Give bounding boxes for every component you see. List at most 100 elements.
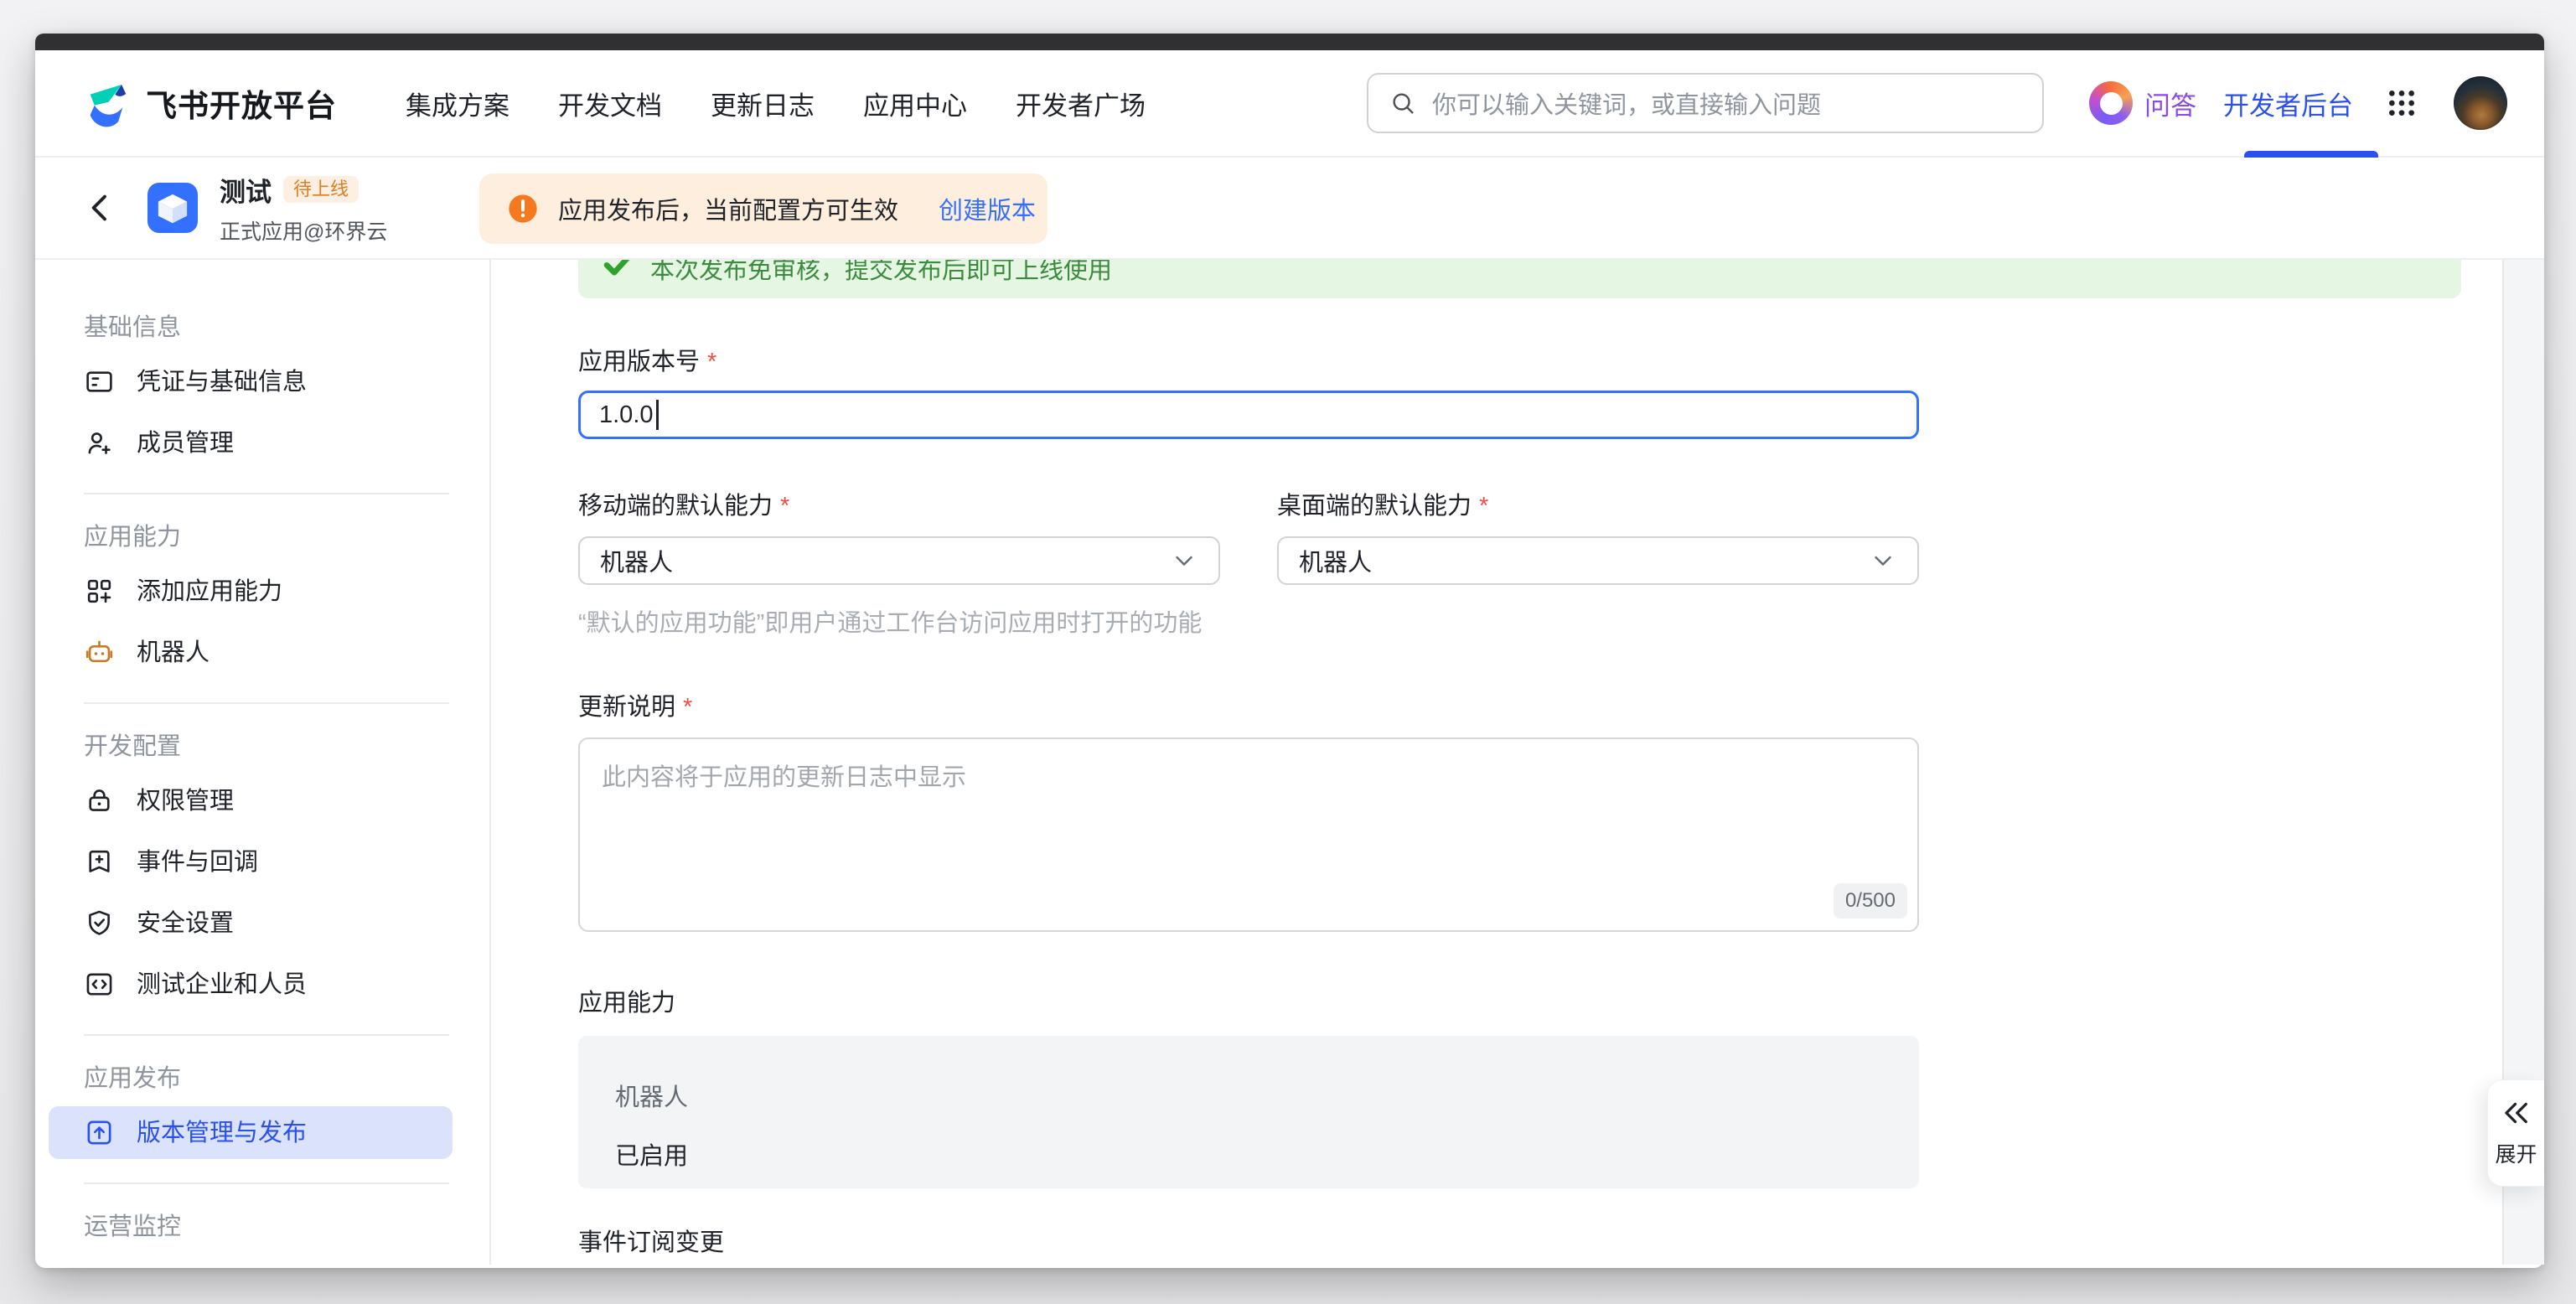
version-label: 应用版本号 [578,345,1919,379]
capability-name: 机器人 [615,1078,1882,1113]
sidebar-item-label: 添加应用能力 [137,577,282,606]
mobile-capability-label: 移动端的默认能力 [578,489,1220,523]
default-capability-hint: “默认的应用功能”即用户通过工作台访问应用时打开的功能 [578,603,1220,639]
upload-icon [84,1117,115,1148]
chevron-down-icon [1170,546,1198,575]
nav-item-app-center[interactable]: 应用中心 [863,85,967,122]
desktop-capability-value: 机器人 [1299,543,1372,578]
events-title: 事件订阅变更 [578,1229,1919,1257]
expand-panel-button[interactable]: 展开 [2487,1079,2544,1187]
capabilities-card: 机器人 已启用 [578,1036,1919,1188]
desktop-capability-select[interactable]: 机器人 [1277,536,1919,585]
user-plus-icon [84,427,115,458]
expand-label: 展开 [2495,1138,2537,1168]
app-meta: 测试 待上线 正式应用@环界云 [220,171,387,246]
sidebar-divider [84,1034,449,1036]
create-version-link[interactable]: 创建版本 [939,191,1036,226]
version-value: 1.0.0 [599,401,654,429]
sidebar-section-dev-config: 开发配置 [84,732,489,761]
update-notes-label: 更新说明 [578,691,1919,724]
sidebar-item-credentials[interactable]: 凭证与基础信息 [49,355,453,408]
feishu-logo[interactable]: 飞书开放平台 [80,77,337,129]
id-card-icon [84,366,115,397]
logo-text: 飞书开放平台 [146,80,337,126]
desktop-capability-label: 桌面端的默认能力 [1277,489,1919,523]
update-notes-textarea[interactable] [580,739,1917,930]
back-button[interactable] [84,191,117,225]
update-notes-field: 0/500 [578,737,1919,932]
top-navbar: 飞书开放平台 集成方案 开发文档 更新日志 应用中心 开发者广场 你可以输入关键… [35,50,2544,158]
active-tab-indicator [2244,151,2378,158]
grid-plus-icon [84,576,115,607]
app-subtitle: 正式应用@环界云 [220,215,387,246]
sidebar-section-basic-info: 基础信息 [84,313,489,342]
success-banner-text: 本次发布免审核，提交发布后即可上线使用 [650,260,1112,286]
sidebar-item-security[interactable]: 安全设置 [49,897,453,950]
text-caret [656,400,659,430]
nav-menu: 集成方案 开发文档 更新日志 应用中心 开发者广场 [406,85,1146,122]
browser-window: 飞书开放平台 集成方案 开发文档 更新日志 应用中心 开发者广场 你可以输入关键… [35,34,2544,1268]
version-input[interactable]: 1.0.0 [578,391,1919,439]
sidebar-item-permissions[interactable]: 权限管理 [49,774,453,827]
avatar[interactable] [2454,76,2507,130]
sidebar-divider [84,702,449,704]
lock-icon [84,785,115,816]
sidebar-item-label: 凭证与基础信息 [137,368,307,396]
app-header: 测试 待上线 正式应用@环界云 应用发布后，当前配置方可生效 创建版本 [35,158,2544,260]
capabilities-title: 应用能力 [578,989,1919,1017]
feishu-logo-icon [80,77,132,129]
nav-item-dev-plaza[interactable]: 开发者广场 [1016,85,1146,122]
sidebar-item-version-release[interactable]: 版本管理与发布 [49,1106,453,1159]
app-name: 测试 [220,171,272,209]
status-badge: 待上线 [283,176,359,203]
window-titlebar [35,34,2544,50]
app-cube-icon [147,183,198,233]
nav-item-docs[interactable]: 开发文档 [558,85,662,122]
publish-warning-banner: 应用发布后，当前配置方可生效 创建版本 [479,173,1047,244]
sidebar-section-release: 应用发布 [84,1064,489,1093]
right-rail: 展开 [2502,260,2544,1265]
sidebar: 基础信息 凭证与基础信息 成员管理 应用能力 添加应用能力 [35,260,491,1265]
mobile-capability-select[interactable]: 机器人 [578,536,1220,585]
qa-ring-icon[interactable] [2089,81,2133,125]
sidebar-item-add-capability[interactable]: 添加应用能力 [49,565,453,618]
sidebar-item-bot[interactable]: 机器人 [49,626,453,679]
warning-text: 应用发布后，当前配置方可生效 [558,191,898,226]
chevron-down-icon [1869,546,1897,575]
sidebar-divider [84,493,449,494]
version-form: 应用版本号 1.0.0 移动端的默认能力 机器人 “默认的应用功能”即用户 [578,345,1919,1265]
shield-check-icon [84,908,115,939]
sidebar-section-monitoring: 运营监控 [84,1213,489,1241]
success-banner: 本次发布免审核，提交发布后即可上线使用 [578,260,2461,298]
capability-status: 已启用 [615,1136,1882,1172]
nav-right-group: 问答 开发者后台 [2089,76,2526,130]
sidebar-item-label: 权限管理 [137,787,234,815]
code-icon [84,969,115,1000]
search-icon [1389,89,1417,117]
nav-item-integrations[interactable]: 集成方案 [406,85,510,122]
sidebar-item-label: 测试企业和人员 [137,970,307,999]
sidebar-item-events-callbacks[interactable]: 事件与回调 [49,836,453,888]
sidebar-item-label: 版本管理与发布 [137,1119,307,1147]
qa-link[interactable]: 问答 [2144,85,2196,122]
sidebar-divider [84,1182,449,1184]
main-content: 本次发布免审核，提交发布后即可上线使用 应用版本号 1.0.0 移动端的默认能力… [491,260,2502,1265]
success-check-icon [602,260,632,283]
char-counter: 0/500 [1834,883,1907,918]
apps-grid-icon[interactable] [2385,86,2418,120]
developer-console-tab[interactable]: 开发者后台 [2223,85,2353,122]
back-chevron-icon [84,191,117,225]
double-chevron-left-icon [2501,1098,2532,1128]
search-placeholder: 你可以输入关键词，或直接输入问题 [1432,85,1821,121]
search-input[interactable]: 你可以输入关键词，或直接输入问题 [1367,73,2044,133]
warning-icon [506,192,540,225]
robot-icon [84,637,115,668]
sidebar-item-label: 安全设置 [137,909,234,938]
mobile-capability-value: 机器人 [600,543,673,578]
bookmark-plus-icon [84,846,115,877]
sidebar-item-label: 机器人 [137,639,209,667]
nav-item-changelog[interactable]: 更新日志 [711,85,815,122]
sidebar-item-test-org[interactable]: 测试企业和人员 [49,958,453,1011]
sidebar-section-capabilities: 应用能力 [84,523,489,551]
sidebar-item-members[interactable]: 成员管理 [49,417,453,469]
